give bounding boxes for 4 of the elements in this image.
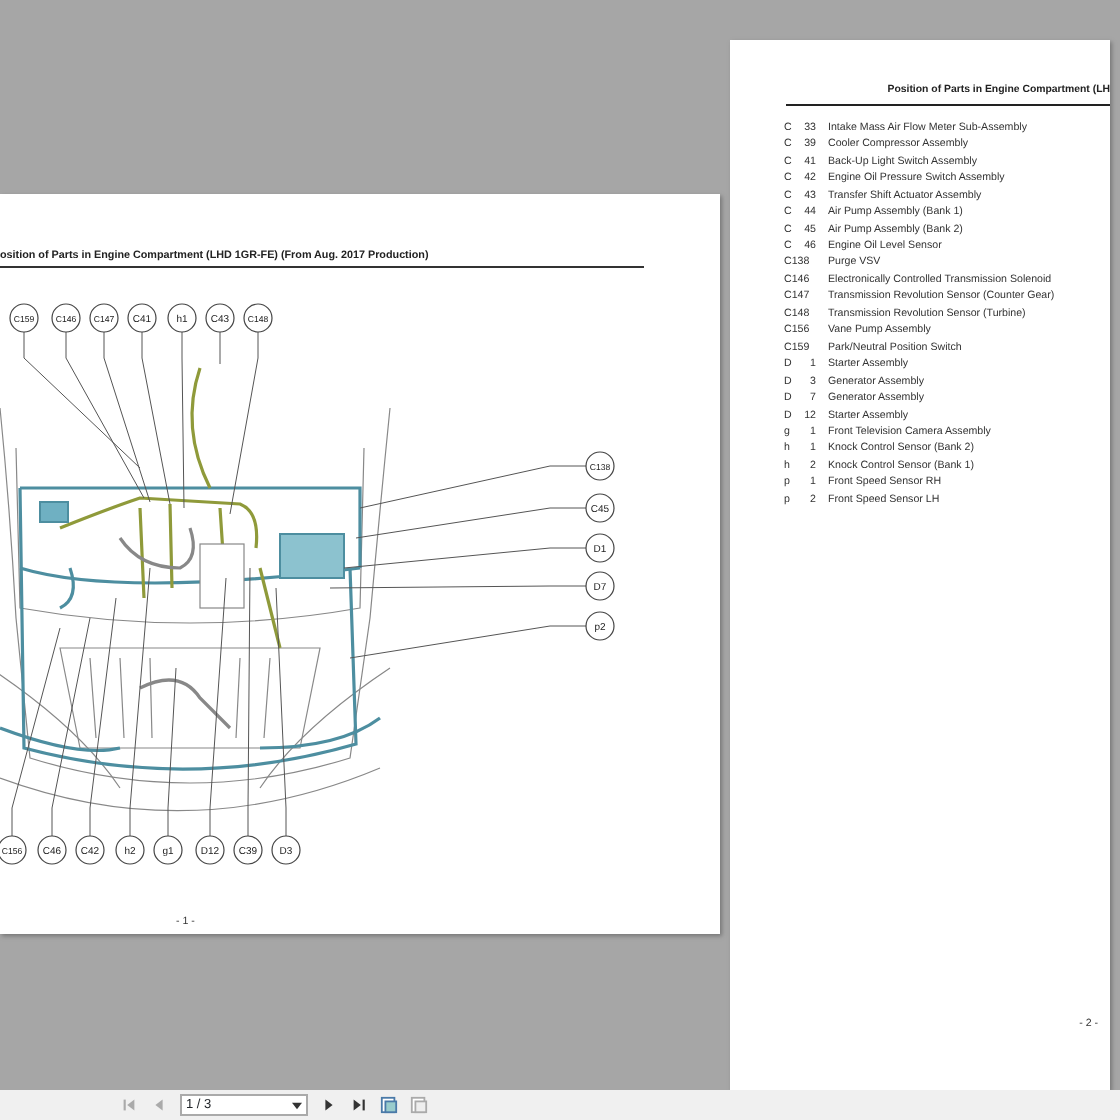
- leader-line: [219, 331, 221, 365]
- next-page-icon[interactable]: [320, 1096, 338, 1114]
- caret-icon: [292, 1101, 302, 1109]
- last-page-icon[interactable]: [350, 1096, 368, 1114]
